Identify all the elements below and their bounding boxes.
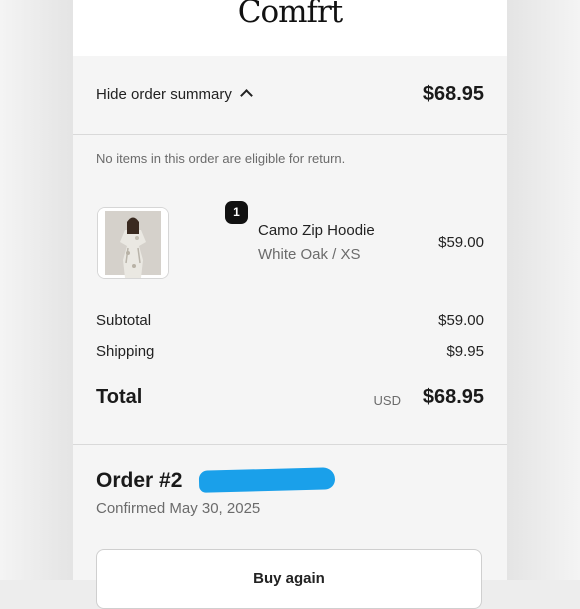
background-right (507, 0, 580, 580)
toggle-label: Hide order summary (96, 86, 232, 103)
confirmation-date: Confirmed May 30, 2025 (96, 500, 261, 517)
subtotal-value: $59.00 (438, 312, 484, 329)
header: Comfrt (73, 0, 507, 56)
order-summary-bar: Hide order summary $68.95 (73, 56, 507, 135)
chevron-up-icon (240, 89, 253, 102)
summary-total: $68.95 (422, 83, 484, 105)
item-name: Camo Zip Hoodie (258, 222, 375, 239)
order-number-title: Order #2 (96, 469, 183, 492)
buy-again-button[interactable]: Buy again (96, 549, 482, 609)
currency-code: USD (373, 393, 401, 408)
product-image (98, 208, 168, 278)
product-thumbnail (97, 207, 169, 279)
section-divider (73, 444, 507, 445)
hide-order-summary-toggle[interactable]: Hide order summary (96, 86, 253, 103)
item-price: $59.00 (438, 234, 484, 251)
shipping-label: Shipping (96, 343, 155, 360)
order-status-panel: Comfrt Hide order summary $68.95 No item… (73, 0, 507, 609)
shipping-value: $9.95 (446, 343, 484, 360)
quantity-badge: 1 (225, 201, 248, 224)
item-variant: White Oak / XS (258, 246, 361, 263)
subtotal-label: Subtotal (96, 312, 152, 329)
brand-logo[interactable]: Comfrt (73, 0, 507, 30)
background-left (0, 0, 73, 580)
return-eligibility-note: No items in this order are eligible for … (96, 151, 346, 166)
total-value: $68.95 (422, 386, 484, 408)
total-label: Total (96, 386, 143, 408)
redaction-mark (198, 467, 336, 493)
